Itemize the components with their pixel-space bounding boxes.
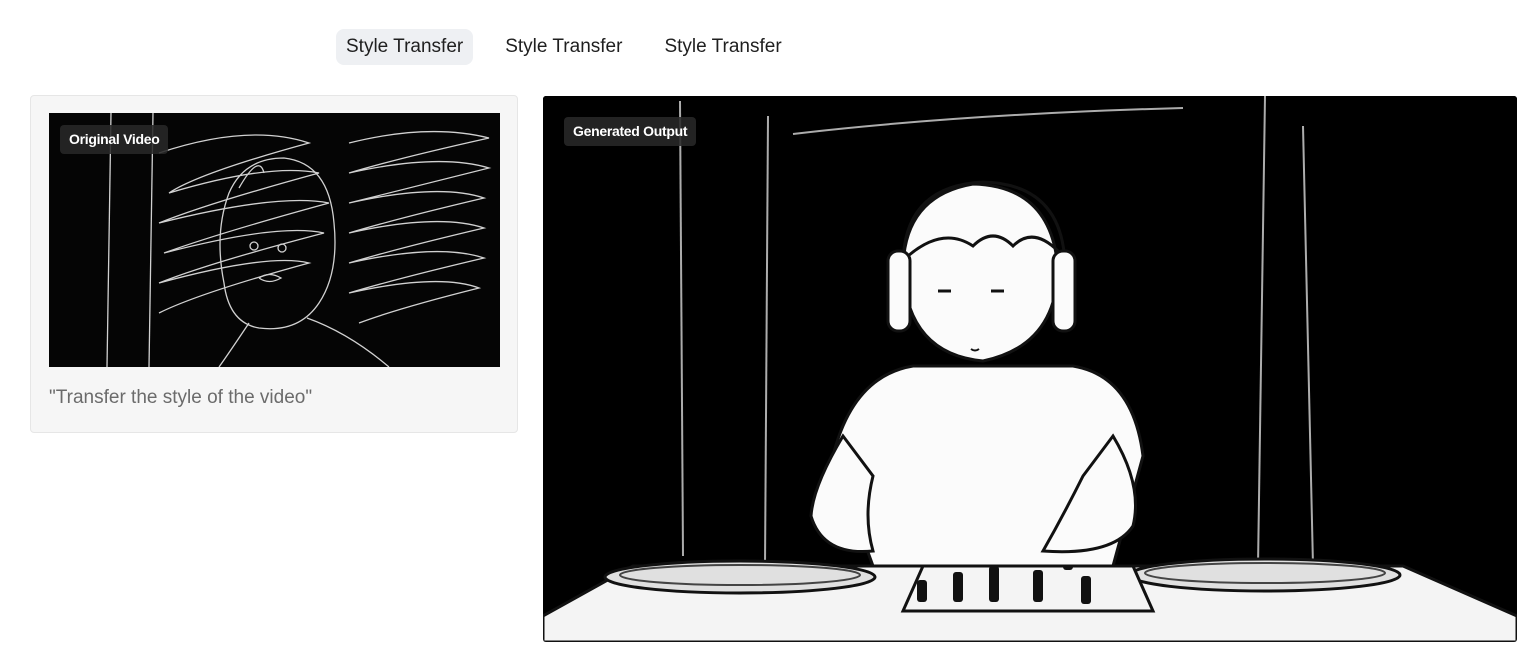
prompt-text: "Transfer the style of the video": [49, 387, 313, 408]
tab-bar: Style Transfer Style Transfer Style Tran…: [336, 29, 792, 65]
generated-output-badge: Generated Output: [564, 117, 697, 146]
tab-style-transfer-3[interactable]: Style Transfer: [654, 29, 791, 65]
tab-style-transfer-1[interactable]: Style Transfer: [336, 29, 474, 65]
generated-output-frame: [543, 96, 1517, 642]
original-video[interactable]: Original Video: [49, 113, 500, 367]
generated-output-video[interactable]: Generated Output: [543, 96, 1517, 642]
input-card: Original Video "Transfer the style of th…: [30, 95, 518, 433]
original-video-badge: Original Video: [60, 125, 169, 154]
tab-style-transfer-2[interactable]: Style Transfer: [495, 29, 632, 65]
